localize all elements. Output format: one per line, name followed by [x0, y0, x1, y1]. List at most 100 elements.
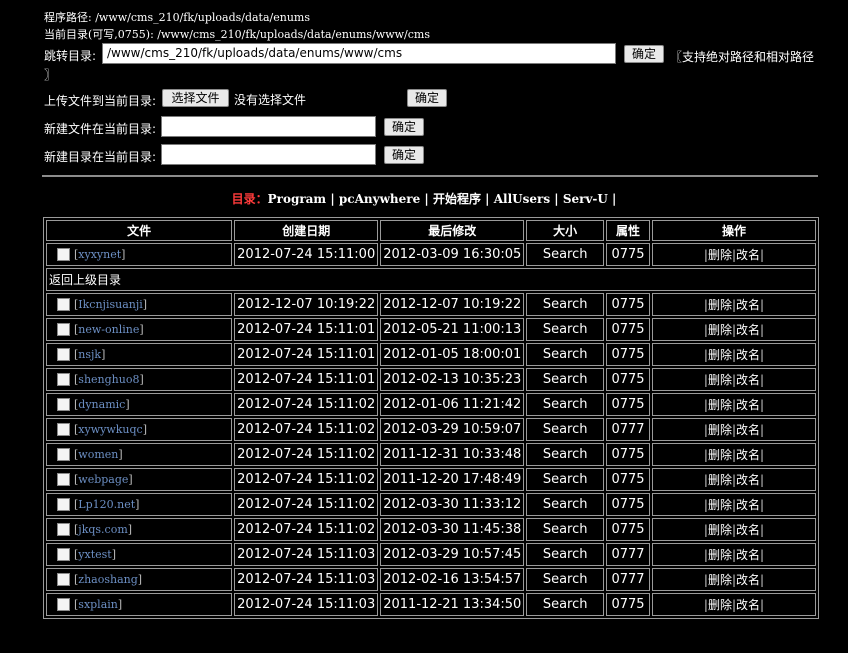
delete-link[interactable]: 删除	[708, 598, 732, 612]
new-file-input[interactable]	[161, 116, 376, 137]
parent-dir-row: 返回上级目录	[46, 268, 816, 291]
delete-link[interactable]: 删除	[708, 473, 732, 487]
row-checkbox[interactable]	[57, 598, 70, 612]
rename-link[interactable]: 改名	[736, 548, 760, 562]
created-cell: 2012-07-24 15:11:02	[234, 443, 379, 466]
delete-link[interactable]: 删除	[708, 398, 732, 412]
rename-link[interactable]: 改名	[736, 423, 760, 437]
delete-link[interactable]: 删除	[708, 248, 732, 262]
table-row: [dynamic] 2012-07-24 15:11:02 2012-01-06 1…	[46, 393, 816, 416]
modified-cell: 2012-03-29 10:59:07	[380, 418, 525, 441]
new-file-confirm-button[interactable]: 确定	[384, 118, 424, 136]
delete-link[interactable]: 删除	[708, 573, 732, 587]
new-dir-input[interactable]	[161, 144, 376, 165]
row-checkbox[interactable]	[57, 423, 70, 437]
ops-cell: |删除|改名|	[651, 493, 816, 516]
folder-link[interactable]: jkqs.com	[78, 523, 127, 536]
shortcut-link[interactable]: AllUsers	[494, 192, 550, 206]
folder-link[interactable]: xywywkuqc	[78, 423, 142, 436]
folder-link[interactable]: Ikcnjisuanji	[78, 298, 143, 311]
delete-link[interactable]: 删除	[708, 298, 732, 312]
folder-link[interactable]: new-online	[78, 323, 139, 336]
ops-cell: |删除|改名|	[651, 293, 816, 316]
row-checkbox[interactable]	[57, 398, 70, 412]
upload-confirm-button[interactable]: 确定	[407, 89, 447, 107]
row-checkbox[interactable]	[57, 573, 70, 587]
delete-link[interactable]: 删除	[708, 323, 732, 337]
rename-link[interactable]: 改名	[736, 398, 760, 412]
file-name-cell: [xyxynet]	[46, 243, 233, 266]
shortcut-link[interactable]: Serv-U	[563, 192, 608, 206]
delete-link[interactable]: 删除	[708, 498, 732, 512]
jump-note: 〖支持绝对路径和相对路径	[670, 50, 815, 64]
folder-link[interactable]: webpage	[78, 473, 128, 486]
table-row: [yxtest] 2012-07-24 15:11:03 2012-03-29 10…	[46, 543, 816, 566]
rename-link[interactable]: 改名	[736, 323, 760, 337]
folder-link[interactable]: yxtest	[78, 548, 111, 561]
row-checkbox[interactable]	[57, 373, 70, 387]
ops-cell: |删除|改名|	[651, 368, 816, 391]
row-checkbox[interactable]	[57, 323, 70, 337]
row-checkbox[interactable]	[57, 248, 70, 262]
row-checkbox[interactable]	[57, 548, 70, 562]
row-checkbox[interactable]	[57, 473, 70, 487]
jump-dir-input[interactable]: /www/cms_210/fk/uploads/data/enums/www/c…	[102, 43, 616, 64]
file-name-cell: [yxtest]	[46, 543, 233, 566]
col-header-ops: 操作	[651, 220, 816, 241]
row-checkbox[interactable]	[57, 348, 70, 362]
shortcut-link[interactable]: Program	[268, 192, 327, 206]
modified-cell: 2012-02-16 13:54:57	[380, 568, 525, 591]
shortcut-link[interactable]: pcAnywhere	[339, 192, 420, 206]
size-cell: Search	[526, 368, 605, 391]
folder-link[interactable]: xyxynet	[78, 248, 121, 261]
folder-link[interactable]: women	[78, 448, 118, 461]
rename-link[interactable]: 改名	[736, 373, 760, 387]
row-checkbox[interactable]	[57, 298, 70, 312]
shortcut-link[interactable]: 开始程序	[433, 192, 481, 206]
ops-cell: |删除|改名|	[651, 243, 816, 266]
delete-link[interactable]: 删除	[708, 448, 732, 462]
new-file-label: 新建文件在当前目录:	[44, 122, 157, 136]
size-cell: Search	[526, 418, 605, 441]
folder-link[interactable]: sxplain	[78, 598, 118, 611]
folder-link[interactable]: dynamic	[78, 398, 125, 411]
modified-cell: 2012-05-21 11:00:13	[380, 318, 525, 341]
rename-link[interactable]: 改名	[736, 498, 760, 512]
new-dir-confirm-button[interactable]: 确定	[384, 146, 424, 164]
program-path: 程序路径: /www/cms_210/fk/uploads/data/enums	[44, 11, 310, 24]
rename-link[interactable]: 改名	[736, 298, 760, 312]
perm-cell: 0775	[606, 393, 650, 416]
perm-cell: 0775	[606, 243, 650, 266]
size-cell: Search	[526, 593, 605, 616]
rename-link[interactable]: 改名	[736, 248, 760, 262]
folder-link[interactable]: shenghuo8	[78, 373, 139, 386]
folder-link[interactable]: nsjk	[78, 348, 101, 361]
delete-link[interactable]: 删除	[708, 373, 732, 387]
rename-link[interactable]: 改名	[736, 448, 760, 462]
choose-file-button[interactable]: 选择文件	[162, 89, 229, 107]
folder-link[interactable]: zhaoshang	[78, 573, 137, 586]
rename-link[interactable]: 改名	[736, 598, 760, 612]
size-cell: Search	[526, 493, 605, 516]
rename-link[interactable]: 改名	[736, 523, 760, 537]
delete-link[interactable]: 删除	[708, 348, 732, 362]
table-row: [women] 2012-07-24 15:11:02 2011-12-31 10:…	[46, 443, 816, 466]
row-checkbox[interactable]	[57, 448, 70, 462]
jump-confirm-button[interactable]: 确定	[624, 45, 664, 63]
delete-link[interactable]: 删除	[708, 423, 732, 437]
file-name-cell: [zhaoshang]	[46, 568, 233, 591]
row-checkbox[interactable]	[57, 523, 70, 537]
col-header-size: 大小	[526, 220, 605, 241]
size-cell: Search	[526, 293, 605, 316]
rename-link[interactable]: 改名	[736, 573, 760, 587]
rename-link[interactable]: 改名	[736, 348, 760, 362]
delete-link[interactable]: 删除	[708, 548, 732, 562]
row-checkbox[interactable]	[57, 498, 70, 512]
perm-cell: 0777	[606, 568, 650, 591]
delete-link[interactable]: 删除	[708, 523, 732, 537]
ops-cell: |删除|改名|	[651, 468, 816, 491]
folder-link[interactable]: Lp120.net	[78, 498, 135, 511]
parent-dir-link[interactable]: 返回上级目录	[46, 268, 816, 291]
rename-link[interactable]: 改名	[736, 473, 760, 487]
created-cell: 2012-07-24 15:11:01	[234, 343, 379, 366]
